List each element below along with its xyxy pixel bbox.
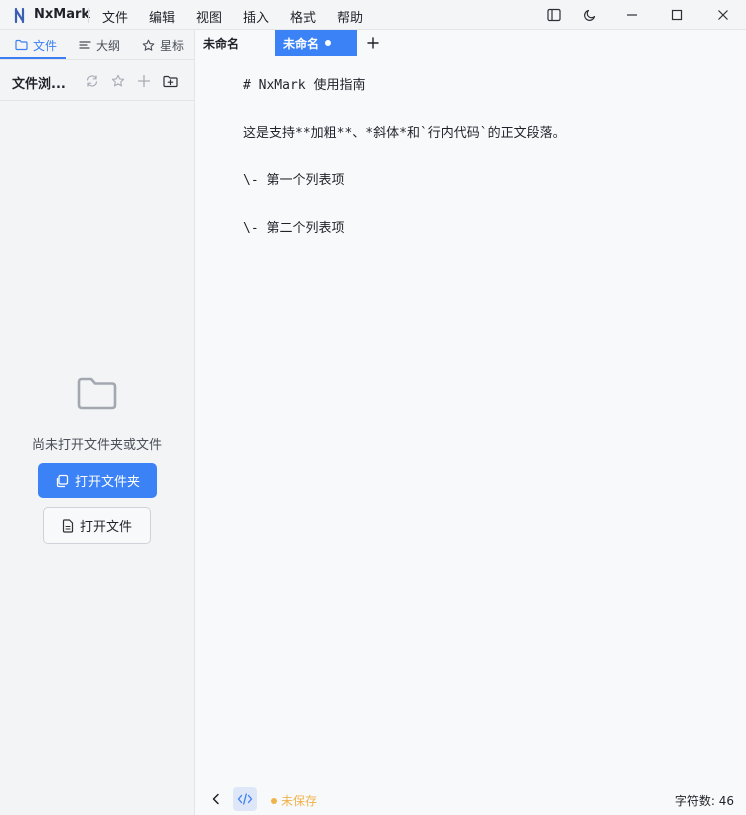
plus-icon [137,74,151,88]
save-status: 未保存 [271,792,317,809]
app-name: NxMark [34,7,91,22]
maximize-icon [671,9,683,21]
close-button[interactable] [713,5,733,25]
editor-line: 这是支持**加粗**、*斜体*和`行内代码`的正文段落。 [243,126,566,141]
file-icon [62,518,74,533]
star-outline-icon [111,74,125,87]
star-icon [142,39,155,51]
empty-state-text: 尚未打开文件夹或文件 [31,438,162,453]
editor-line: \- 第一个列表项 [243,173,345,188]
menu-view[interactable]: 视图 [196,7,222,26]
code-icon [237,793,253,805]
sidebar-toggle-icon [547,8,561,22]
tab-outline[interactable]: 大纲 [79,30,120,60]
tab-outline-label: 大纲 [96,38,121,53]
tab-starred[interactable]: 星标 [142,30,184,60]
menu-insert[interactable]: 插入 [243,7,269,26]
favorite-button[interactable] [109,72,127,90]
outline-icon [79,41,91,49]
save-status-text: 未保存 [281,794,318,808]
editor-tab[interactable]: 未命名 [203,30,239,56]
editor-area[interactable]: # NxMark 使用指南 这是支持**加粗**、*斜体*和`行内代码`的正文段… [195,56,746,784]
file-browser-title: 文件浏... [12,77,66,92]
open-folder-button[interactable]: 打开文件夹 [38,463,157,498]
maximize-button[interactable] [667,5,687,25]
status-dot-icon [271,797,277,804]
file-browser-header: 文件浏... [0,61,194,101]
status-bar: 未保存 字符数: 46 [195,784,746,815]
open-folder-label: 打开文件夹 [74,475,140,490]
source-mode-button[interactable] [233,787,257,811]
editor-tab-label: 未命名 [203,36,240,51]
editor-tab-active[interactable]: 未命名 [275,30,357,56]
plus-icon [367,37,379,49]
open-file-button[interactable]: 打开文件 [43,507,151,544]
tab-files[interactable]: 文件 [15,30,57,60]
menu-edit[interactable]: 编辑 [149,7,175,26]
empty-folder-icon [76,376,118,412]
copy-folder-icon [56,474,69,487]
new-file-button[interactable] [135,72,153,90]
moon-icon [584,9,596,21]
new-folder-button[interactable] [161,72,179,90]
folder-icon [15,39,28,51]
menu-file[interactable]: 文件 [102,7,128,26]
editor-line: \- 第二个列表项 [243,221,345,236]
chevron-left-icon [212,793,219,805]
editor-tab-label: 未命名 [283,36,320,51]
title-divider [88,8,89,23]
editor-line: # NxMark 使用指南 [243,78,366,93]
refresh-button[interactable] [83,72,101,90]
refresh-icon [86,75,98,87]
theme-toggle-button[interactable] [580,5,600,25]
editor-tab-bar: 未命名 未命名 [195,30,746,56]
sidebar-tabs: 文件 大纲 星标 [0,30,194,60]
tab-starred-label: 星标 [160,38,185,53]
toggle-sidebar-button[interactable] [544,5,564,25]
open-file-label: 打开文件 [79,520,132,535]
unsaved-dot-icon [325,40,332,46]
tab-files-label: 文件 [33,38,58,53]
menu-format[interactable]: 格式 [290,7,316,26]
minimize-icon [627,14,637,16]
close-icon [718,10,728,20]
active-tab-indicator [0,57,66,59]
minimize-button[interactable] [622,5,642,25]
folder-plus-icon [162,75,178,87]
char-count: 字符数: 46 [674,794,734,808]
app-logo-icon [14,7,26,24]
sidebar: 文件 大纲 星标 文件浏... 尚未打开文件夹或文件 打开文件夹 打开文件 [0,30,195,815]
menu-help[interactable]: 帮助 [337,7,363,26]
title-bar: NxMark 文件 编辑 视图 插入 格式 帮助 [0,0,746,30]
collapse-button[interactable] [209,792,223,806]
new-tab-button[interactable] [365,35,381,51]
